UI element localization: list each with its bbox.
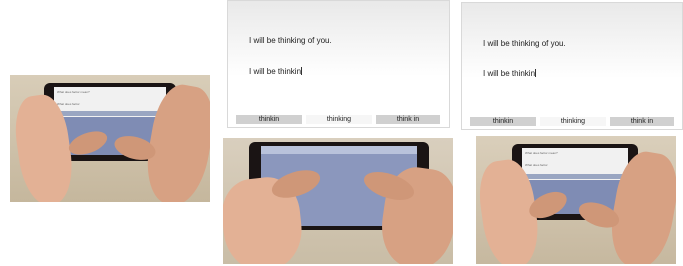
text-entry-panel-1: I will be thinking of you. I will be thi… — [227, 0, 450, 128]
typed-text: I will be thinkin — [249, 67, 303, 76]
suggestion-center[interactable]: thinking — [306, 115, 372, 124]
suggestion-left[interactable]: thinkin — [236, 115, 302, 124]
typed-text: I will be thinkin — [483, 69, 537, 78]
text-caret — [535, 69, 537, 77]
suggestion-bar: thinkin thinking think in — [236, 115, 441, 124]
target-sentence: I will be thinking of you. — [249, 36, 332, 45]
photo-landscape-keyboard — [223, 138, 453, 264]
text-entry-panel-2: I will be thinking of you. I will be thi… — [461, 2, 683, 130]
suggestion-right[interactable]: think in — [376, 115, 440, 124]
suggestion-left[interactable]: thinkin — [470, 117, 536, 126]
photo-two-thumb-typing-left: What does factor mean? What does factor — [10, 75, 210, 202]
suggestion-right[interactable]: think in — [610, 117, 674, 126]
target-sentence: I will be thinking of you. — [483, 39, 566, 48]
suggestion-bar: thinkin thinking think in — [470, 117, 674, 126]
suggestion-center[interactable]: thinking — [540, 117, 606, 126]
text-caret — [301, 67, 303, 75]
photo-two-thumb-typing-right: What does factor mean? What does factor — [476, 136, 676, 264]
